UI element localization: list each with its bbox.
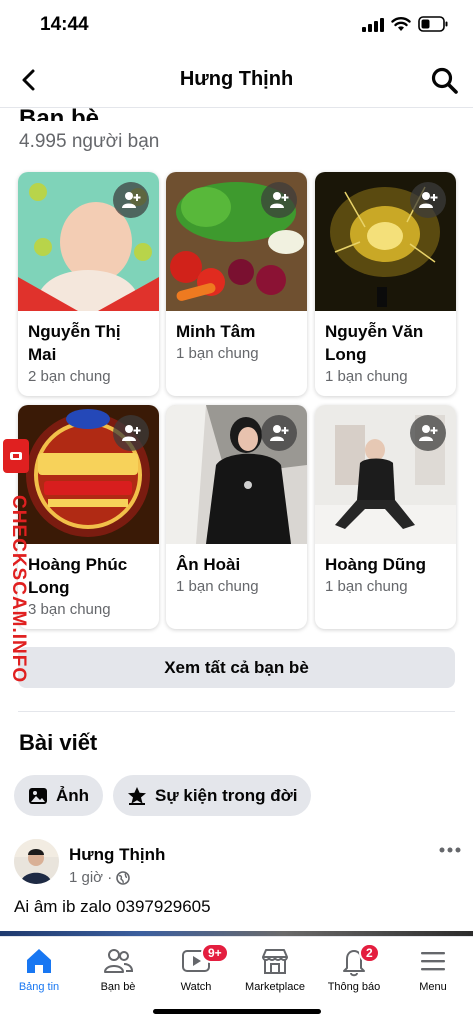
avatar[interactable] (14, 839, 59, 884)
posts-heading: Bài viết (19, 730, 98, 755)
friends-icon (104, 949, 134, 973)
friend-name: Ân Hoài (176, 555, 241, 574)
post-author[interactable]: Hưng Thịnh (69, 845, 165, 865)
tab-label: Bạn bè (100, 981, 136, 993)
status-bar: 14:44 (0, 0, 473, 50)
home-icon (27, 949, 51, 973)
friend-name: Nguyễn Văn Long (325, 322, 424, 364)
profile-screen: 14:44 Bạn bè 4.995 người bạn Nguyễn Thị … (0, 0, 473, 1024)
friend-mutual: 1 bạn chung (176, 578, 259, 595)
section-divider (18, 711, 455, 712)
signal-icon (362, 18, 384, 32)
photos-chip[interactable]: Ảnh (14, 775, 104, 816)
friend-card[interactable]: Nguyễn Thị Mai 2 bạn chung (18, 172, 159, 396)
tab-label: Marketplace (245, 981, 305, 993)
friend-card[interactable]: Nguyễn Văn Long 1 bạn chung (315, 172, 456, 396)
page-title: Hưng Thịnh (179, 68, 294, 90)
add-friend-icon[interactable] (410, 415, 446, 451)
wifi-icon (391, 17, 411, 31)
tab-label: Thông báo (327, 981, 381, 993)
add-friend-icon[interactable] (261, 182, 297, 218)
watch-badge: 9+ (201, 943, 229, 963)
marketplace-icon (262, 949, 288, 974)
add-friend-icon[interactable] (410, 182, 446, 218)
friend-name: Hoàng Dũng (325, 555, 427, 574)
tab-label: Menu (419, 981, 447, 993)
friends-count: 4.995 người bạn (19, 131, 160, 152)
add-friend-icon[interactable] (113, 182, 149, 218)
tab-home[interactable]: Bảng tin (0, 945, 78, 1005)
tab-menu[interactable]: Menu (394, 945, 472, 1005)
battery-icon (418, 16, 448, 32)
friend-card[interactable]: Hoàng Dũng 1 bạn chung (315, 405, 456, 629)
globe-icon (116, 870, 130, 885)
friend-card[interactable]: Minh Tâm 1 bạn chung (166, 172, 307, 396)
tab-marketplace[interactable]: Marketplace (236, 945, 314, 1005)
see-all-friends-button[interactable]: Xem tất cả bạn bè (18, 647, 455, 688)
photo-icon (29, 787, 47, 804)
menu-icon (421, 952, 445, 971)
tab-friends[interactable]: Bạn bè (79, 945, 157, 1005)
friend-card[interactable]: Ân Hoài 1 bạn chung (166, 405, 307, 629)
tab-label: Bảng tin (18, 981, 60, 993)
status-time: 14:44 (40, 14, 89, 35)
friend-mutual: 1 bạn chung (325, 368, 408, 385)
watermark-text: CHECKSCAM.INFO (8, 495, 29, 684)
post-time: 1 giờ · (69, 869, 113, 886)
tab-label: Watch (180, 981, 212, 993)
search-icon[interactable] (430, 66, 460, 96)
friend-name: Minh Tâm (176, 322, 256, 341)
life-events-chip-label: Sự kiện trong đời (155, 785, 298, 805)
tab-notifications[interactable]: 2 Thông báo (315, 943, 393, 1005)
tab-watch[interactable]: 9+ Watch (157, 943, 235, 1005)
life-events-chip[interactable]: Sự kiện trong đời (113, 775, 312, 816)
friend-card[interactable]: Hoàng Phúc Long 3 bạn chung (18, 405, 159, 629)
friend-mutual: 2 bạn chung (28, 368, 111, 385)
photos-chip-label: Ảnh (56, 785, 90, 805)
post-text: Ai âm ib zalo 0397929605 (14, 897, 211, 916)
friend-mutual: 1 bạn chung (325, 578, 408, 595)
add-friend-icon[interactable] (113, 415, 149, 451)
post-meta: 1 giờ · (69, 869, 130, 886)
friend-name: Hoàng Phúc Long (28, 555, 128, 597)
watermark-badge-icon (3, 439, 29, 473)
friend-mutual: 1 bạn chung (176, 345, 259, 362)
friend-name: Nguyễn Thị Mai (28, 322, 121, 364)
life-event-icon (128, 786, 146, 805)
friend-mutual: 3 bạn chung (28, 601, 111, 618)
top-nav-bar: Hưng Thịnh (0, 52, 473, 108)
home-indicator (153, 1009, 321, 1014)
add-friend-icon[interactable] (261, 415, 297, 451)
notifications-badge: 2 (359, 943, 380, 963)
more-options-icon[interactable] (437, 842, 463, 858)
